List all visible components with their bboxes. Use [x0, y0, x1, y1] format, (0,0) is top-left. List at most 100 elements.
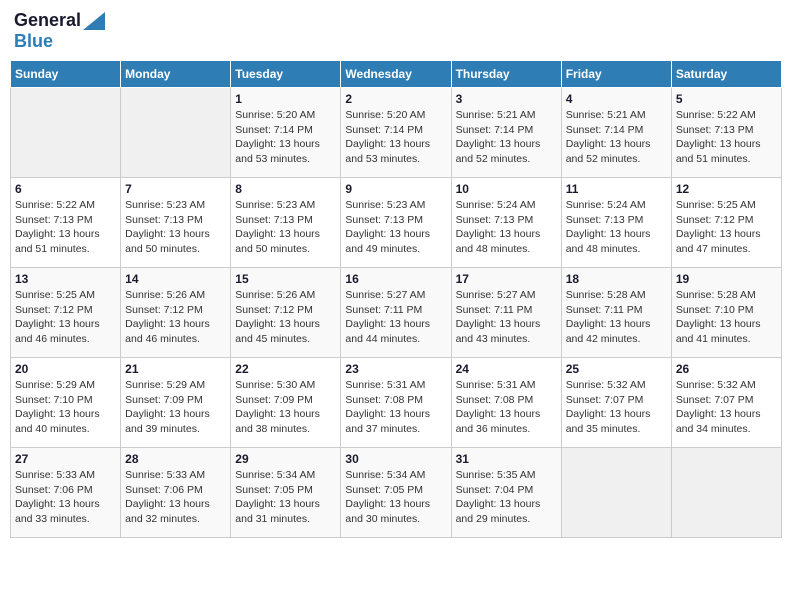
day-number: 17 [456, 272, 557, 286]
calendar-cell: 18 Sunrise: 5:28 AMSunset: 7:11 PMDayligh… [561, 268, 671, 358]
day-info: Sunrise: 5:27 AMSunset: 7:11 PMDaylight:… [456, 288, 557, 347]
day-info: Sunrise: 5:30 AMSunset: 7:09 PMDaylight:… [235, 378, 336, 437]
calendar-cell: 28 Sunrise: 5:33 AMSunset: 7:06 PMDayligh… [121, 448, 231, 538]
calendar-cell: 17 Sunrise: 5:27 AMSunset: 7:11 PMDayligh… [451, 268, 561, 358]
day-number: 13 [15, 272, 116, 286]
day-info: Sunrise: 5:29 AMSunset: 7:10 PMDaylight:… [15, 378, 116, 437]
day-info: Sunrise: 5:32 AMSunset: 7:07 PMDaylight:… [566, 378, 667, 437]
day-info: Sunrise: 5:23 AMSunset: 7:13 PMDaylight:… [345, 198, 446, 257]
calendar-day-header: Monday [121, 61, 231, 88]
day-info: Sunrise: 5:25 AMSunset: 7:12 PMDaylight:… [15, 288, 116, 347]
day-number: 16 [345, 272, 446, 286]
day-number: 4 [566, 92, 667, 106]
calendar-cell: 22 Sunrise: 5:30 AMSunset: 7:09 PMDayligh… [231, 358, 341, 448]
calendar-week-row: 1Sunrise: 5:20 AMSunset: 7:14 PMDaylight… [11, 88, 782, 178]
day-number: 22 [235, 362, 336, 376]
day-number: 2 [345, 92, 446, 106]
page-container: General Blue SundayMondayTuesdayWednesda… [10, 10, 782, 538]
calendar-cell: 9 Sunrise: 5:23 AMSunset: 7:13 PMDaylight… [341, 178, 451, 268]
day-info: Sunrise: 5:26 AMSunset: 7:12 PMDaylight:… [235, 288, 336, 347]
day-number: 10 [456, 182, 557, 196]
header: General Blue [10, 10, 782, 52]
calendar-cell: 14Sunrise: 5:26 AMSunset: 7:12 PMDayligh… [121, 268, 231, 358]
calendar-cell: 31 Sunrise: 5:35 AMSunset: 7:04 PMDayligh… [451, 448, 561, 538]
calendar-cell: 15Sunrise: 5:26 AMSunset: 7:12 PMDayligh… [231, 268, 341, 358]
day-info: Sunrise: 5:33 AMSunset: 7:06 PMDaylight:… [15, 468, 116, 527]
calendar-day-header: Tuesday [231, 61, 341, 88]
day-info: Sunrise: 5:31 AMSunset: 7:08 PMDaylight:… [345, 378, 446, 437]
calendar-day-header: Saturday [671, 61, 781, 88]
day-info: Sunrise: 5:21 AMSunset: 7:14 PMDaylight:… [566, 108, 667, 167]
calendar-cell: 26Sunrise: 5:32 AMSunset: 7:07 PMDayligh… [671, 358, 781, 448]
day-info: Sunrise: 5:20 AMSunset: 7:14 PMDaylight:… [345, 108, 446, 167]
day-info: Sunrise: 5:22 AMSunset: 7:13 PMDaylight:… [15, 198, 116, 257]
day-number: 28 [125, 452, 226, 466]
calendar-week-row: 13 Sunrise: 5:25 AMSunset: 7:12 PMDayligh… [11, 268, 782, 358]
day-number: 3 [456, 92, 557, 106]
day-info: Sunrise: 5:22 AMSunset: 7:13 PMDaylight:… [676, 108, 777, 167]
calendar-cell: 11 Sunrise: 5:24 AMSunset: 7:13 PMDayligh… [561, 178, 671, 268]
day-number: 21 [125, 362, 226, 376]
calendar-cell: 10 Sunrise: 5:24 AMSunset: 7:13 PMDayligh… [451, 178, 561, 268]
day-info: Sunrise: 5:23 AMSunset: 7:13 PMDaylight:… [235, 198, 336, 257]
day-info: Sunrise: 5:21 AMSunset: 7:14 PMDaylight:… [456, 108, 557, 167]
day-number: 19 [676, 272, 777, 286]
day-info: Sunrise: 5:28 AMSunset: 7:10 PMDaylight:… [676, 288, 777, 347]
calendar-day-header: Sunday [11, 61, 121, 88]
day-number: 12 [676, 182, 777, 196]
calendar-cell [121, 88, 231, 178]
day-info: Sunrise: 5:34 AMSunset: 7:05 PMDaylight:… [345, 468, 446, 527]
calendar-cell: 27 Sunrise: 5:33 AMSunset: 7:06 PMDayligh… [11, 448, 121, 538]
day-number: 11 [566, 182, 667, 196]
day-number: 6 [15, 182, 116, 196]
day-info: Sunrise: 5:29 AMSunset: 7:09 PMDaylight:… [125, 378, 226, 437]
day-info: Sunrise: 5:35 AMSunset: 7:04 PMDaylight:… [456, 468, 557, 527]
calendar-cell: 7 Sunrise: 5:23 AMSunset: 7:13 PMDaylight… [121, 178, 231, 268]
calendar-table: SundayMondayTuesdayWednesdayThursdayFrid… [10, 60, 782, 538]
calendar-cell: 3 Sunrise: 5:21 AMSunset: 7:14 PMDaylight… [451, 88, 561, 178]
day-info: Sunrise: 5:32 AMSunset: 7:07 PMDaylight:… [676, 378, 777, 437]
calendar-cell: 20 Sunrise: 5:29 AMSunset: 7:10 PMDayligh… [11, 358, 121, 448]
day-number: 9 [345, 182, 446, 196]
calendar-cell: 5 Sunrise: 5:22 AMSunset: 7:13 PMDaylight… [671, 88, 781, 178]
calendar-week-row: 27 Sunrise: 5:33 AMSunset: 7:06 PMDayligh… [11, 448, 782, 538]
calendar-week-row: 20 Sunrise: 5:29 AMSunset: 7:10 PMDayligh… [11, 358, 782, 448]
day-number: 20 [15, 362, 116, 376]
calendar-cell: 16 Sunrise: 5:27 AMSunset: 7:11 PMDayligh… [341, 268, 451, 358]
day-info: Sunrise: 5:28 AMSunset: 7:11 PMDaylight:… [566, 288, 667, 347]
day-info: Sunrise: 5:33 AMSunset: 7:06 PMDaylight:… [125, 468, 226, 527]
calendar-cell: 13 Sunrise: 5:25 AMSunset: 7:12 PMDayligh… [11, 268, 121, 358]
day-number: 31 [456, 452, 557, 466]
calendar-day-header: Thursday [451, 61, 561, 88]
day-number: 18 [566, 272, 667, 286]
day-info: Sunrise: 5:20 AMSunset: 7:14 PMDaylight:… [235, 108, 336, 167]
day-number: 5 [676, 92, 777, 106]
calendar-cell [561, 448, 671, 538]
calendar-header-row: SundayMondayTuesdayWednesdayThursdayFrid… [11, 61, 782, 88]
day-number: 30 [345, 452, 446, 466]
logo-icon [83, 12, 105, 30]
day-info: Sunrise: 5:27 AMSunset: 7:11 PMDaylight:… [345, 288, 446, 347]
day-info: Sunrise: 5:23 AMSunset: 7:13 PMDaylight:… [125, 198, 226, 257]
calendar-cell: 23 Sunrise: 5:31 AMSunset: 7:08 PMDayligh… [341, 358, 451, 448]
calendar-cell: 1Sunrise: 5:20 AMSunset: 7:14 PMDaylight… [231, 88, 341, 178]
calendar-cell: 8Sunrise: 5:23 AMSunset: 7:13 PMDaylight… [231, 178, 341, 268]
day-number: 27 [15, 452, 116, 466]
calendar-cell: 29Sunrise: 5:34 AMSunset: 7:05 PMDayligh… [231, 448, 341, 538]
day-number: 7 [125, 182, 226, 196]
day-info: Sunrise: 5:24 AMSunset: 7:13 PMDaylight:… [566, 198, 667, 257]
calendar-cell: 25 Sunrise: 5:32 AMSunset: 7:07 PMDayligh… [561, 358, 671, 448]
day-number: 23 [345, 362, 446, 376]
calendar-cell [671, 448, 781, 538]
day-info: Sunrise: 5:24 AMSunset: 7:13 PMDaylight:… [456, 198, 557, 257]
calendar-cell: 4 Sunrise: 5:21 AMSunset: 7:14 PMDaylight… [561, 88, 671, 178]
day-info: Sunrise: 5:25 AMSunset: 7:12 PMDaylight:… [676, 198, 777, 257]
logo-blue-text: Blue [14, 31, 53, 51]
calendar-day-header: Wednesday [341, 61, 451, 88]
day-info: Sunrise: 5:26 AMSunset: 7:12 PMDaylight:… [125, 288, 226, 347]
logo-general-text: General [14, 10, 81, 31]
day-number: 25 [566, 362, 667, 376]
calendar-cell: 21 Sunrise: 5:29 AMSunset: 7:09 PMDayligh… [121, 358, 231, 448]
calendar-cell: 2 Sunrise: 5:20 AMSunset: 7:14 PMDaylight… [341, 88, 451, 178]
calendar-cell: 30 Sunrise: 5:34 AMSunset: 7:05 PMDayligh… [341, 448, 451, 538]
